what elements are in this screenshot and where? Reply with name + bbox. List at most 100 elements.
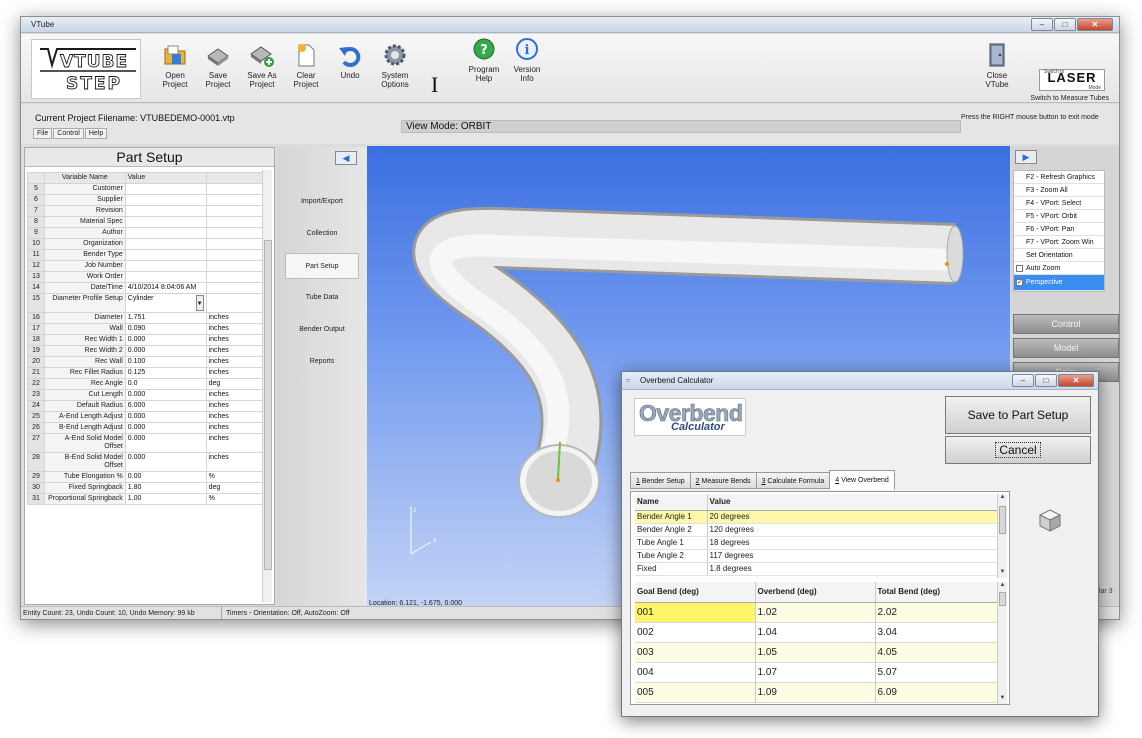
table-row[interactable]: 5 Customer <box>27 183 265 195</box>
tab-bender-setup[interactable]: 1 Bender Setup <box>630 472 691 489</box>
total-bend-cell[interactable]: 3.04 <box>875 622 998 643</box>
control-button[interactable]: Control <box>1013 314 1119 334</box>
variable-value[interactable] <box>124 183 207 195</box>
version-info-button[interactable]: i Version Info <box>502 36 552 83</box>
variable-value[interactable]: 0.125 <box>124 367 207 379</box>
variable-value[interactable]: 0.000 <box>124 422 207 434</box>
part-setup-scrollbar[interactable] <box>262 170 272 602</box>
variable-value[interactable]: 0.000 <box>124 334 207 346</box>
table-row[interactable]: 003 1.05 4.05 <box>635 642 998 663</box>
variable-value[interactable]: 0.100 <box>124 356 207 368</box>
variable-value[interactable]: 0.000 <box>124 433 207 453</box>
save-project-button[interactable]: Save Project <box>193 42 243 89</box>
goal-bend-cell[interactable]: 004 <box>635 662 756 683</box>
total-bend-cell[interactable]: 2.02 <box>875 602 998 623</box>
summary-row[interactable]: Tube Angle 1 18 degrees <box>635 536 998 550</box>
tab-measure-bends[interactable]: 2 Measure Bends <box>689 472 757 489</box>
cmd-zoom-all[interactable]: F3 - Zoom All <box>1014 184 1104 197</box>
table-row[interactable]: 001 1.02 2.02 <box>635 602 998 623</box>
variable-value[interactable]: 0.00 <box>124 471 207 483</box>
variable-value[interactable]: 1.00 <box>124 493 207 505</box>
cmd-vport-orbit[interactable]: F5 - VPort: Orbit <box>1014 210 1104 223</box>
dialog-maximize-button[interactable]: □ <box>1035 374 1057 387</box>
tab-view-overbend[interactable]: 4 View Overbend <box>829 470 895 490</box>
collapse-left-button[interactable]: ◀ <box>335 151 357 165</box>
overbend-cell[interactable]: 1.09 <box>755 682 876 703</box>
variable-value[interactable] <box>124 227 207 239</box>
table-row[interactable]: 22 Rec Angle 0.0 deg <box>27 378 265 390</box>
table-row[interactable]: 18 Rec Width 1 0.000 inches <box>27 334 265 346</box>
nav-tube-data[interactable]: Tube Data <box>285 285 359 311</box>
variable-value[interactable]: 4/10/2014 8:04:06 AM <box>124 282 207 294</box>
summary-row[interactable]: Tube Angle 2 117 degrees <box>635 549 998 563</box>
nav-bender-output[interactable]: Bender Output <box>285 317 359 343</box>
scroll-up-icon[interactable]: ▲ <box>998 582 1007 591</box>
overbend-cell[interactable]: 1.07 <box>755 662 876 683</box>
summary-row[interactable]: Fixed 1.8 degrees <box>635 562 998 576</box>
overbend-scrollbar[interactable]: ▲ ▼ <box>997 582 1007 704</box>
scroll-thumb[interactable] <box>264 240 272 570</box>
table-row[interactable]: 16 Diameter 1.751 inches <box>27 312 265 324</box>
goal-bend-cell[interactable]: 001 <box>635 602 756 623</box>
table-row[interactable]: 31 Proportional Springback 1.00% <box>27 493 265 505</box>
goal-bend-cell[interactable]: 005 <box>635 682 756 703</box>
summary-scrollbar[interactable]: ▲ ▼ <box>997 494 1007 578</box>
variable-value[interactable]: ▼ Cylinder <box>124 293 207 313</box>
table-row[interactable]: 11 Bender Type <box>27 249 265 261</box>
scroll-down-icon[interactable]: ▼ <box>998 569 1007 578</box>
overbend-scroll-thumb[interactable] <box>999 592 1006 606</box>
table-row[interactable]: 25 A-End Length Adjust 0.000 inches <box>27 411 265 423</box>
menu-file[interactable]: File <box>33 128 53 139</box>
dialog-minimize-button[interactable]: – <box>1012 374 1034 387</box>
variable-value[interactable] <box>124 260 207 272</box>
minimize-button[interactable]: – <box>1031 18 1053 31</box>
total-bend-cell[interactable]: 6.09 <box>875 682 998 703</box>
goal-bend-cell[interactable]: 003 <box>635 642 756 663</box>
table-row[interactable]: 6 Supplier <box>27 194 265 206</box>
scroll-down-icon[interactable]: ▼ <box>998 695 1007 704</box>
table-row[interactable]: 30 Fixed Springback 1.80 deg <box>27 482 265 494</box>
model-button[interactable]: Model <box>1013 338 1119 358</box>
variable-value[interactable]: 1.80 <box>124 482 207 494</box>
variable-value[interactable] <box>124 194 207 206</box>
variable-value[interactable] <box>124 249 207 261</box>
dialog-close-button[interactable]: ✕ <box>1058 374 1094 387</box>
dropdown-arrow-icon[interactable]: ▼ <box>195 295 204 311</box>
overbend-cell[interactable]: 1.05 <box>755 642 876 663</box>
nav-collection[interactable]: Collection <box>285 221 359 247</box>
cmd-vport-pan[interactable]: F6 - VPort: Pan <box>1014 223 1104 236</box>
switch-to-laser-button[interactable]: Switch to LASER Mode <box>1039 69 1105 91</box>
table-row[interactable]: 28 B-End Solid Model Offset 0.000 inches <box>27 452 265 472</box>
table-row[interactable]: 7 Revision <box>27 205 265 217</box>
table-row[interactable]: 17 Wall 0.090 inches <box>27 323 265 335</box>
orientation-cube-icon[interactable] <box>1037 507 1063 533</box>
clear-project-button[interactable]: Clear Project <box>281 42 331 89</box>
table-row[interactable]: 29 Tube Elongation % 0.00% <box>27 471 265 483</box>
cancel-button[interactable]: Cancel <box>945 436 1091 464</box>
table-row[interactable]: 20 Rec Wall 0.100 inches <box>27 356 265 368</box>
variable-value[interactable]: 1.751 <box>124 312 207 324</box>
cmd-vport-select[interactable]: F4 - VPort: Select <box>1014 197 1104 210</box>
variable-value[interactable]: 0.000 <box>124 452 207 472</box>
table-row[interactable]: 15 Diameter Profile Setup ▼ Cylinder <box>27 293 265 313</box>
overbend-cell[interactable]: 1.02 <box>755 602 876 623</box>
save-as-project-button[interactable]: Save As Project <box>237 42 287 89</box>
table-row[interactable]: 9 Author <box>27 227 265 239</box>
total-bend-cell[interactable]: 5.07 <box>875 662 998 683</box>
cmd-set-orientation[interactable]: Set Orientation <box>1014 249 1104 262</box>
table-row[interactable]: 26 B-End Length Adjust 0.000 inches <box>27 422 265 434</box>
table-row[interactable]: 002 1.04 3.04 <box>635 622 998 643</box>
tab-calculate-formula[interactable]: 3 Calculate Formula <box>755 472 831 489</box>
table-row[interactable]: 19 Rec Width 2 0.000 inches <box>27 345 265 357</box>
close-window-button[interactable]: ✕ <box>1077 18 1113 31</box>
variable-value[interactable] <box>124 271 207 283</box>
variable-value[interactable] <box>124 216 207 228</box>
summary-scroll-thumb[interactable] <box>999 506 1006 534</box>
undo-button[interactable]: Undo <box>325 42 375 80</box>
save-to-part-setup-button[interactable]: Save to Part Setup <box>945 396 1091 434</box>
goal-bend-cell[interactable]: 002 <box>635 622 756 643</box>
scroll-up-icon[interactable]: ▲ <box>998 494 1007 503</box>
auto-zoom-checkbox[interactable]: Auto Zoom <box>1014 262 1104 275</box>
maximize-button[interactable]: □ <box>1054 18 1076 31</box>
table-row[interactable]: 24 Default Radius 6.000 inches <box>27 400 265 412</box>
